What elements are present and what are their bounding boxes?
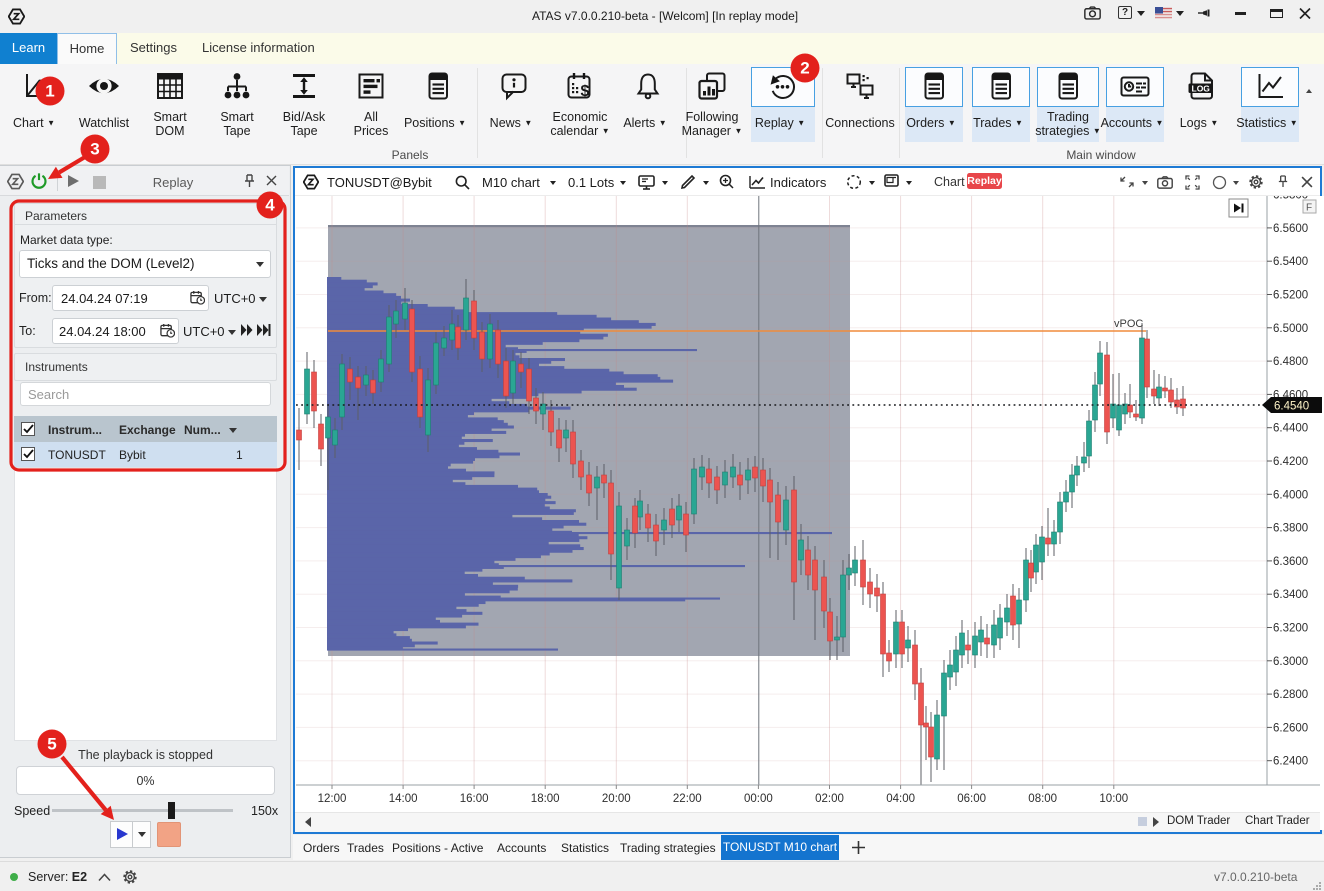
svg-text:6.2800: 6.2800	[1273, 689, 1308, 701]
svg-text:LOG: LOG	[1192, 83, 1211, 93]
svg-text:F: F	[1306, 203, 1312, 214]
svg-text:20:00: 20:00	[602, 793, 631, 805]
svg-text:02:00: 02:00	[815, 793, 844, 805]
svg-text:6.3400: 6.3400	[1273, 589, 1308, 601]
svg-text:vPOC: vPOC	[1114, 318, 1143, 330]
svg-text:12:00: 12:00	[318, 793, 347, 805]
svg-text:6.3800: 6.3800	[1273, 523, 1308, 535]
svg-text:6.4400: 6.4400	[1273, 423, 1308, 435]
svg-text:6.5400: 6.5400	[1273, 256, 1308, 268]
svg-text:6.4540: 6.4540	[1274, 401, 1309, 413]
svg-text:18:00: 18:00	[531, 793, 560, 805]
svg-text:6.5600: 6.5600	[1273, 223, 1308, 235]
svg-text:$: $	[581, 83, 590, 100]
svg-text:6.4200: 6.4200	[1273, 456, 1308, 468]
svg-text:08:00: 08:00	[1028, 793, 1057, 805]
svg-text:6.2400: 6.2400	[1273, 756, 1308, 768]
svg-text:6.4800: 6.4800	[1273, 356, 1308, 368]
svg-text:00:00: 00:00	[744, 793, 773, 805]
svg-text:10:00: 10:00	[1099, 793, 1128, 805]
svg-text:04:00: 04:00	[886, 793, 915, 805]
svg-text:6.3000: 6.3000	[1273, 656, 1308, 668]
svg-text:6.2600: 6.2600	[1273, 722, 1308, 734]
svg-text:16:00: 16:00	[460, 793, 489, 805]
svg-text:14:00: 14:00	[389, 793, 418, 805]
svg-text:6.5200: 6.5200	[1273, 290, 1308, 302]
svg-text:6.3600: 6.3600	[1273, 556, 1308, 568]
svg-text:6.4000: 6.4000	[1273, 489, 1308, 501]
svg-text:22:00: 22:00	[673, 793, 702, 805]
svg-text:06:00: 06:00	[957, 793, 986, 805]
svg-text:6.3200: 6.3200	[1273, 623, 1308, 635]
svg-text:6.5000: 6.5000	[1273, 323, 1308, 335]
